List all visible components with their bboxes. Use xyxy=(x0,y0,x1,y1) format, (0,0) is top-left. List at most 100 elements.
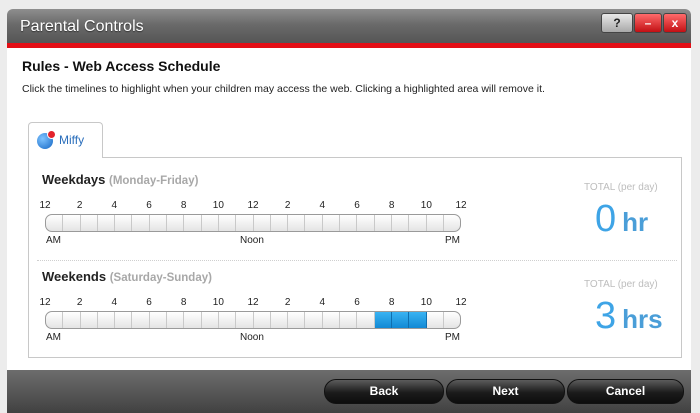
hour-slot[interactable] xyxy=(444,215,460,231)
hour-slot[interactable] xyxy=(81,215,98,231)
cancel-button[interactable]: Cancel xyxy=(567,379,684,404)
am-label: AM xyxy=(46,235,61,246)
title-bar[interactable]: Parental Controls ? – x xyxy=(7,9,691,43)
weekdays-total-unit: hr xyxy=(622,207,649,237)
hour-tick-label: 4 xyxy=(111,297,118,308)
hour-slot[interactable] xyxy=(357,215,375,231)
weekdays-timeline[interactable] xyxy=(45,214,461,232)
hour-slot[interactable] xyxy=(392,215,410,231)
hour-slot[interactable] xyxy=(98,215,116,231)
hour-slot[interactable] xyxy=(271,312,289,328)
hour-tick-label: 6 xyxy=(354,297,360,308)
hour-slot[interactable] xyxy=(427,312,444,328)
hour-slot[interactable] xyxy=(236,215,254,231)
hour-tick-label: 6 xyxy=(146,200,152,211)
hour-slot[interactable] xyxy=(81,312,98,328)
hour-tick-label: 6 xyxy=(146,297,152,308)
hour-slot[interactable] xyxy=(254,312,271,328)
hour-tick-label: 12 xyxy=(39,200,51,211)
hour-slot[interactable] xyxy=(202,215,219,231)
hour-slot[interactable] xyxy=(340,312,358,328)
hour-tick-label: 10 xyxy=(212,200,224,211)
instructions-text: Click the timelines to highlight when yo… xyxy=(22,83,545,95)
hour-tick-label: 2 xyxy=(76,297,83,308)
hour-slot[interactable] xyxy=(167,312,185,328)
weekdays-heading: Weekdays (Monday-Friday) xyxy=(42,172,198,187)
hour-slot[interactable] xyxy=(46,312,64,328)
hour-slot[interactable] xyxy=(357,312,375,328)
hour-slot[interactable] xyxy=(132,215,150,231)
hour-slot[interactable] xyxy=(184,215,202,231)
hour-slot[interactable] xyxy=(115,312,133,328)
hour-slot-active[interactable] xyxy=(391,312,410,328)
hour-tick-label: 8 xyxy=(180,297,187,308)
hour-tick-label: 8 xyxy=(180,200,187,211)
hour-slot[interactable] xyxy=(184,312,202,328)
row-divider xyxy=(37,260,677,261)
hour-tick-label: 4 xyxy=(111,200,118,211)
hour-slot[interactable] xyxy=(98,312,116,328)
hour-tick-label: 10 xyxy=(420,200,432,211)
hour-tick-label: 8 xyxy=(388,200,395,211)
hour-slot-active[interactable] xyxy=(409,312,427,328)
hour-tick-label: 2 xyxy=(76,200,83,211)
schedule-panel: Weekdays (Monday-Friday) 12 2 4 6 8 10 12 2 4 6 8 1… xyxy=(28,157,682,358)
next-button[interactable]: Next xyxy=(446,379,565,404)
hour-tick-label: 12 xyxy=(247,200,259,211)
hour-tick-label: 4 xyxy=(319,200,326,211)
hour-slot[interactable] xyxy=(115,215,133,231)
hour-tick-label: 6 xyxy=(354,200,360,211)
weekdays-range: (Monday-Friday) xyxy=(108,175,199,187)
tab-miffy[interactable]: Miffy xyxy=(28,122,103,158)
weekends-total-value: 3 xyxy=(595,295,617,337)
hour-tick-label: 12 xyxy=(455,200,467,211)
window-title: Parental Controls xyxy=(20,18,144,35)
hour-slot-active[interactable] xyxy=(374,312,392,328)
weekdays-total: 0 hr xyxy=(595,198,648,241)
hour-slot[interactable] xyxy=(202,312,219,328)
pm-label: PM xyxy=(445,235,460,246)
weekends-total-label: TOTAL (per day) xyxy=(584,279,658,290)
help-button[interactable]: ? xyxy=(601,13,633,33)
hour-slot[interactable] xyxy=(150,215,168,231)
minimize-button[interactable]: – xyxy=(634,13,662,33)
weekends-timeline[interactable] xyxy=(45,311,461,329)
hour-slot[interactable] xyxy=(375,215,392,231)
hour-slot[interactable] xyxy=(323,312,341,328)
hour-slot[interactable] xyxy=(63,312,81,328)
hour-slot[interactable] xyxy=(323,215,341,231)
hour-slot[interactable] xyxy=(46,215,64,231)
weekends-total: 3 hrs xyxy=(595,295,663,338)
hour-slot[interactable] xyxy=(340,215,358,231)
hour-slot[interactable] xyxy=(409,215,427,231)
hour-tick-label: 10 xyxy=(212,297,224,308)
hour-tick-label: 10 xyxy=(420,297,432,308)
hour-slot[interactable] xyxy=(288,312,306,328)
hour-slot[interactable] xyxy=(132,312,150,328)
hour-slot[interactable] xyxy=(219,312,237,328)
noon-label: Noon xyxy=(240,235,264,246)
hour-tick-label: 2 xyxy=(284,200,291,211)
hour-slot[interactable] xyxy=(427,215,444,231)
tab-label: Miffy xyxy=(59,133,85,147)
hour-tick-label: 12 xyxy=(455,297,467,308)
weekends-range: (Saturday-Sunday) xyxy=(109,272,212,284)
back-button[interactable]: Back xyxy=(324,379,444,404)
hour-slot[interactable] xyxy=(444,312,460,328)
hour-slot[interactable] xyxy=(150,312,168,328)
am-label: AM xyxy=(46,332,61,343)
hour-slot[interactable] xyxy=(271,215,289,231)
user-globe-icon xyxy=(37,130,56,149)
hour-slot[interactable] xyxy=(305,312,323,328)
hour-slot[interactable] xyxy=(305,215,323,231)
weekdays-total-label: TOTAL (per day) xyxy=(584,182,658,193)
hour-slot[interactable] xyxy=(63,215,81,231)
hour-slot[interactable] xyxy=(236,312,254,328)
hour-slot[interactable] xyxy=(167,215,185,231)
hour-slot[interactable] xyxy=(288,215,306,231)
hour-tick-label: 12 xyxy=(39,297,51,308)
close-button[interactable]: x xyxy=(663,13,687,33)
hour-slot[interactable] xyxy=(219,215,237,231)
hour-tick-label: 12 xyxy=(247,297,259,308)
hour-slot[interactable] xyxy=(254,215,271,231)
